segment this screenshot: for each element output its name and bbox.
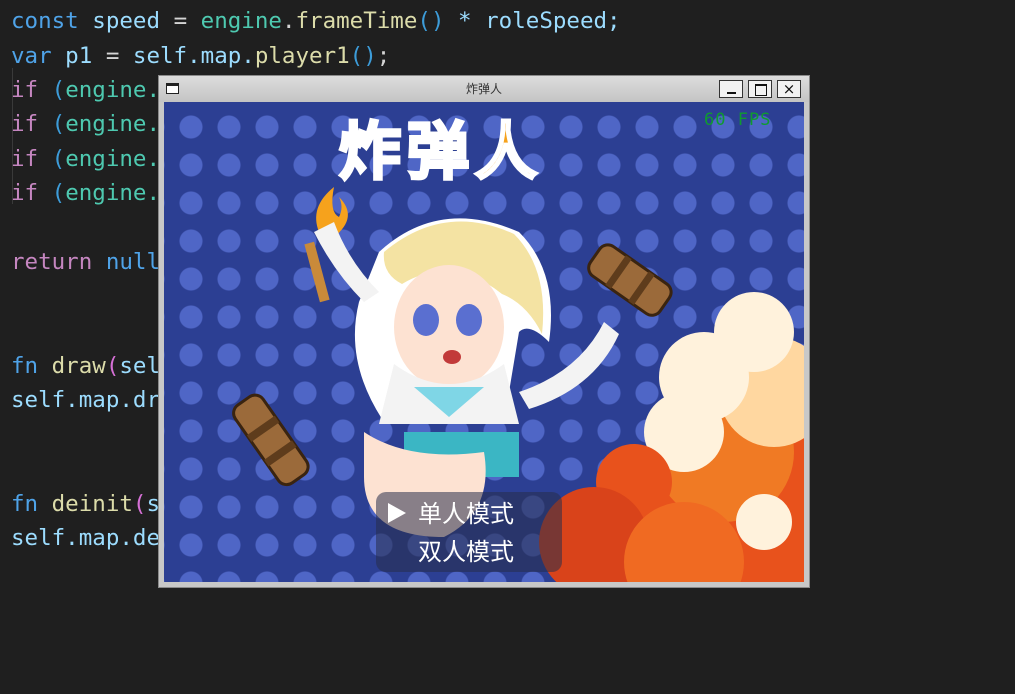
code-line-6[interactable]: if (engine. bbox=[11, 176, 160, 210]
keyword: return bbox=[11, 249, 93, 275]
code-line-11[interactable]: self.map.de bbox=[11, 521, 160, 555]
function-name: draw bbox=[51, 353, 106, 379]
function-name: frameTime bbox=[295, 8, 418, 34]
game-logo: 炸弹人 bbox=[337, 107, 544, 197]
game-window[interactable]: 炸弹人 × 60 FPS 炸弹人 单人模式 双人模式 bbox=[158, 75, 810, 588]
keyword: if bbox=[11, 146, 39, 172]
operator: = bbox=[105, 43, 120, 69]
identifier: self.map. bbox=[119, 43, 255, 69]
fps-counter: 60 FPS bbox=[704, 110, 772, 130]
window-titlebar[interactable]: 炸弹人 × bbox=[159, 76, 809, 102]
maximize-button[interactable] bbox=[748, 80, 772, 98]
keyword: if bbox=[11, 180, 39, 206]
game-canvas[interactable]: 60 FPS 炸弹人 单人模式 双人模式 bbox=[164, 102, 804, 582]
code-line-9[interactable]: self.map.dr bbox=[11, 383, 160, 417]
menu-item-single-player[interactable]: 单人模式 bbox=[418, 496, 514, 532]
keyword: if bbox=[11, 111, 39, 137]
paren: ( bbox=[105, 353, 120, 379]
logo-char: 炸 bbox=[337, 114, 408, 190]
keyword: fn bbox=[11, 353, 39, 379]
paren: ( bbox=[51, 180, 66, 206]
dynamite-icon bbox=[232, 393, 310, 487]
identifier: self.map.de bbox=[11, 525, 161, 551]
function-name: deinit bbox=[51, 491, 133, 517]
keyword: if bbox=[11, 77, 39, 103]
window-title: 炸弹人 bbox=[465, 82, 502, 96]
function-name: player1 bbox=[254, 43, 350, 69]
paren: () bbox=[349, 43, 377, 69]
paren: ( bbox=[132, 491, 147, 517]
logo-char: 弹 bbox=[406, 114, 476, 190]
keyword: const bbox=[11, 8, 79, 34]
identifier: * roleSpeed; bbox=[444, 8, 621, 34]
code-line-1[interactable]: const speed = engine.frameTime() * roleS… bbox=[11, 4, 621, 38]
identifier: engine bbox=[187, 8, 282, 34]
close-icon: × bbox=[782, 80, 796, 98]
main-menu: 单人模式 双人模式 bbox=[376, 492, 562, 572]
code-line-8[interactable]: fn draw(sel bbox=[11, 349, 160, 383]
dynamite-icon bbox=[587, 243, 673, 317]
code-line-5[interactable]: if (engine. bbox=[11, 142, 160, 176]
operator: = bbox=[173, 8, 188, 34]
identifier: speed bbox=[78, 8, 174, 34]
paren: ( bbox=[51, 77, 66, 103]
identifier: p1 bbox=[51, 43, 106, 69]
code-line-2[interactable]: var p1 = self.map.player1(); bbox=[11, 39, 390, 73]
identifier: sel bbox=[119, 353, 161, 379]
code-line-7[interactable]: return null bbox=[11, 245, 160, 279]
close-button[interactable]: × bbox=[777, 80, 801, 98]
code-line-4[interactable]: if (engine. bbox=[11, 107, 160, 141]
paren: () bbox=[417, 8, 445, 34]
literal: null bbox=[92, 249, 161, 275]
paren: ( bbox=[51, 146, 66, 172]
operator: . bbox=[281, 8, 296, 34]
code-line-3[interactable]: if (engine. bbox=[11, 73, 160, 107]
code-line-10[interactable]: fn deinit(s bbox=[11, 487, 160, 521]
identifier: engine. bbox=[65, 146, 161, 172]
menu-cursor-icon bbox=[388, 503, 406, 523]
keyword: fn bbox=[11, 491, 39, 517]
minimize-button[interactable] bbox=[719, 80, 743, 98]
operator: ; bbox=[376, 43, 391, 69]
explosion-icon bbox=[539, 292, 804, 582]
paren: ( bbox=[51, 111, 66, 137]
character-illustration bbox=[314, 218, 619, 537]
logo-char: 人 bbox=[474, 114, 544, 190]
identifier: engine. bbox=[65, 77, 161, 103]
identifier: self.map.dr bbox=[11, 387, 161, 413]
keyword: var bbox=[11, 43, 52, 69]
menu-item-two-player[interactable]: 双人模式 bbox=[418, 534, 514, 570]
identifier: engine. bbox=[65, 111, 161, 137]
identifier: engine. bbox=[65, 180, 161, 206]
